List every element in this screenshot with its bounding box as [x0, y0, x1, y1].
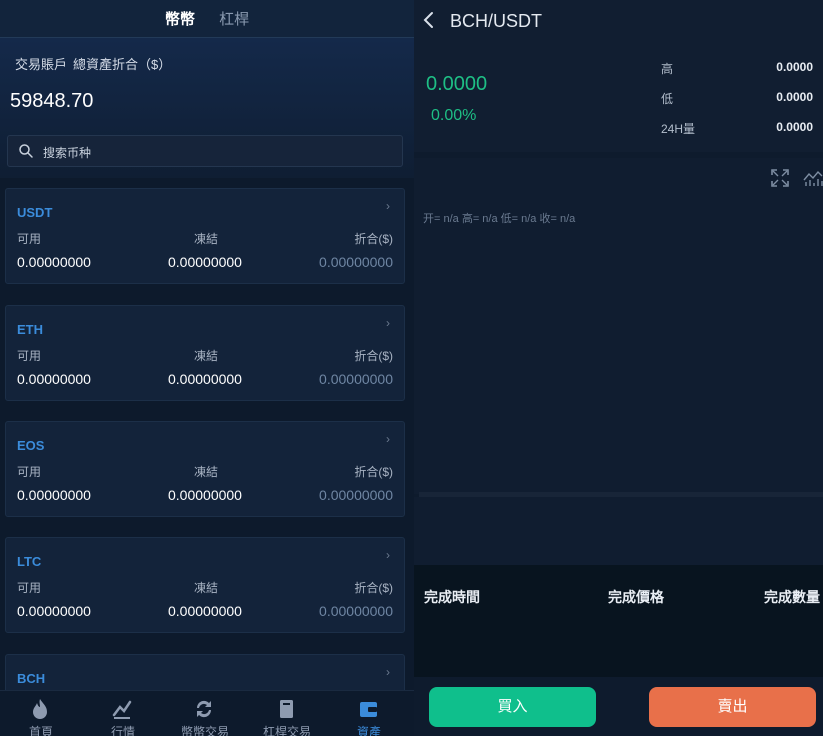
nav-margin-trade[interactable]: 杠桿交易 — [246, 691, 328, 736]
frozen-value: 0.00000000 — [168, 371, 242, 387]
sell-button[interactable]: 賣出 — [649, 687, 816, 727]
converted-label: 折合($) — [354, 349, 393, 363]
app-root: 幣幣 杠桿 交易賬戶 總資產折合（$） 59848.70 搜索币种 USDT › … — [0, 0, 823, 736]
kline-chart[interactable]: 开= n/a 高= n/a 低= n/a 收= n/a — [414, 158, 823, 494]
bottom-nav: 首頁 行情 幣幣交易 杠桿交易 資產 — [0, 690, 414, 736]
fullscreen-icon[interactable] — [770, 168, 790, 188]
asset-card-usdt[interactable]: USDT › 可用 凍結 折合($) 0.00000000 0.00000000… — [5, 188, 405, 284]
chart-icon — [112, 700, 132, 719]
time-header: 完成時間 — [424, 589, 480, 605]
amount-header: 完成數量 — [764, 589, 820, 605]
trade-panel: BCH/USDT 0.0000 0.00% 高 0.0000 低 0.0000 … — [414, 0, 823, 736]
asset-symbol: ETH — [17, 322, 43, 337]
ticker-summary: 0.0000 0.00% 高 0.0000 低 0.0000 24H量 0.00… — [414, 44, 823, 152]
volume-label: 24H量 — [661, 122, 696, 136]
account-tabs: 幣幣 杠桿 — [0, 8, 414, 29]
chevron-right-icon: › — [386, 432, 390, 446]
book-icon — [280, 700, 293, 718]
chevron-right-icon: › — [386, 199, 390, 213]
asset-symbol: USDT — [17, 205, 53, 220]
assets-panel: 幣幣 杠桿 交易賬戶 總資產折合（$） 59848.70 搜索币种 USDT › … — [0, 0, 414, 736]
available-value: 0.00000000 — [17, 603, 91, 619]
high-label: 高 — [661, 62, 674, 76]
low-value: 0.0000 — [776, 90, 813, 104]
frozen-label: 凍結 — [194, 349, 219, 363]
ohlc-readout: 开= n/a 高= n/a 低= n/a 收= n/a — [423, 213, 576, 225]
tab-spot[interactable]: 幣幣 — [165, 8, 195, 29]
pair-title: BCH/USDT — [450, 11, 543, 31]
nav-label: 資產 — [356, 725, 381, 736]
converted-value: 0.00000000 — [319, 254, 393, 270]
frozen-label: 凍結 — [194, 232, 219, 246]
tab-margin[interactable]: 杠桿 — [219, 8, 249, 29]
nav-home[interactable]: 首頁 — [0, 691, 82, 736]
chevron-right-icon: › — [386, 548, 390, 562]
chevron-left-icon[interactable] — [422, 10, 436, 30]
price-header: 完成價格 — [608, 589, 664, 605]
available-value: 0.00000000 — [17, 487, 91, 503]
asset-card-ltc[interactable]: LTC › 可用 凍結 折合($) 0.00000000 0.00000000 … — [5, 537, 405, 633]
asset-card-eth[interactable]: ETH › 可用 凍結 折合($) 0.00000000 0.00000000 … — [5, 305, 405, 401]
buy-button[interactable]: 買入 — [429, 687, 596, 727]
converted-label: 折合($) — [354, 465, 393, 479]
available-value: 0.00000000 — [17, 254, 91, 270]
account-tabs-header: 幣幣 杠桿 — [0, 0, 414, 38]
trade-actions: 買入 賣出 — [414, 677, 823, 736]
flame-icon — [33, 699, 47, 719]
price-change: 0.00% — [431, 107, 477, 124]
converted-value: 0.00000000 — [319, 603, 393, 619]
frozen-label: 凍結 — [194, 465, 219, 479]
asset-symbol: LTC — [17, 554, 42, 569]
depth-area — [414, 497, 823, 565]
asset-card-eos[interactable]: EOS › 可用 凍結 折合($) 0.00000000 0.00000000 … — [5, 421, 405, 517]
available-label: 可用 — [17, 465, 42, 479]
nav-label: 首頁 — [28, 725, 53, 736]
asset-symbol: EOS — [17, 438, 45, 453]
volume-value: 0.0000 — [776, 120, 813, 134]
nav-label: 杠桿交易 — [262, 725, 311, 736]
nav-spot-trade[interactable]: 幣幣交易 — [164, 691, 246, 736]
converted-value: 0.00000000 — [319, 371, 393, 387]
available-value: 0.00000000 — [17, 371, 91, 387]
total-assets-value: 59848.70 — [10, 90, 94, 112]
chevron-right-icon: › — [386, 665, 390, 679]
frozen-value: 0.00000000 — [168, 487, 242, 503]
converted-value: 0.00000000 — [319, 487, 393, 503]
frozen-value: 0.00000000 — [168, 254, 242, 270]
converted-label: 折合($) — [354, 581, 393, 595]
indicator-icon[interactable] — [803, 168, 823, 188]
wallet-icon — [360, 702, 377, 717]
chevron-right-icon: › — [386, 316, 390, 330]
converted-label: 折合($) — [354, 232, 393, 246]
available-label: 可用 — [17, 232, 42, 246]
account-summary: 交易賬戶 總資產折合（$） 59848.70 搜索币种 — [0, 38, 414, 178]
asset-symbol: BCH — [17, 671, 46, 686]
last-price: 0.0000 — [426, 73, 488, 95]
exchange-icon — [196, 700, 212, 718]
nav-label: 行情 — [110, 725, 135, 736]
search-placeholder: 搜索币种 — [43, 146, 92, 160]
high-value: 0.0000 — [776, 60, 813, 74]
total-assets-label: 總資產折合（$） — [73, 57, 172, 72]
search-icon — [19, 144, 33, 158]
frozen-label: 凍結 — [194, 581, 219, 595]
pair-header: BCH/USDT — [414, 0, 823, 44]
account-label-row: 交易賬戶 總資產折合（$） — [15, 54, 171, 73]
coin-search-input[interactable]: 搜索币种 — [7, 135, 403, 167]
available-label: 可用 — [17, 581, 42, 595]
account-label: 交易賬戶 — [15, 57, 68, 72]
frozen-value: 0.00000000 — [168, 603, 242, 619]
nav-market[interactable]: 行情 — [82, 691, 164, 736]
trade-history: 完成時間 完成價格 完成數量 — [414, 565, 823, 677]
available-label: 可用 — [17, 349, 42, 363]
low-label: 低 — [661, 92, 674, 106]
nav-label: 幣幣交易 — [180, 725, 229, 736]
nav-assets[interactable]: 資產 — [328, 691, 410, 736]
